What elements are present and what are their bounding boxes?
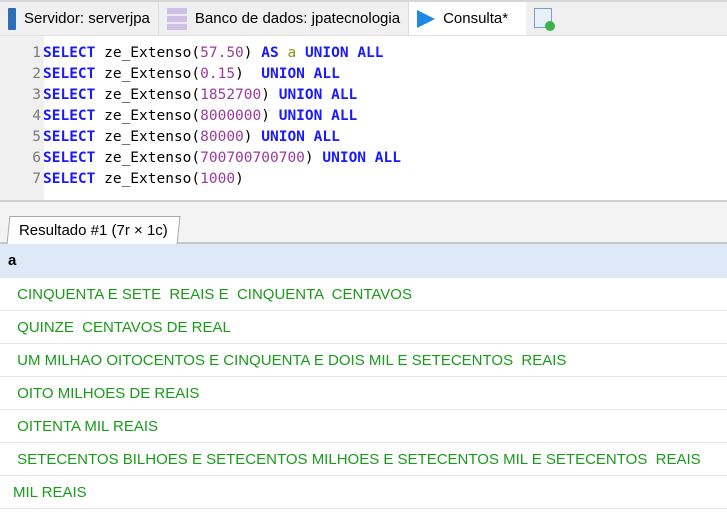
code-line: 6 SELECT ze_Extenso(700700700700) UNION A… [0, 148, 401, 169]
tab-database[interactable]: Banco de dados: jpatecnologia [159, 2, 410, 35]
paren: ) [235, 66, 262, 82]
number-literal: 1852700 [200, 87, 262, 103]
keyword: SELECT [43, 87, 105, 103]
number-literal: 8000000 [200, 108, 262, 124]
tab-label: Banco de dados: jpatecnologia [194, 10, 401, 27]
line-number: 1 [32, 45, 41, 61]
code-line: 4 SELECT ze_Extenso(8000000) UNION ALL [0, 106, 401, 127]
table-row[interactable]: QUINZE CENTAVOS DE REAL [0, 311, 727, 344]
number-literal: 80000 [200, 129, 244, 145]
function-name: ze_Extenso( [104, 171, 201, 187]
table-row[interactable]: SETECENTOS BILHOES E SETECENTOS MILHOES … [0, 443, 727, 476]
keyword: SELECT [43, 45, 105, 61]
paren: ) [243, 45, 262, 61]
keyword: SELECT [43, 171, 105, 187]
keyword: SELECT [43, 108, 105, 124]
server-icon [8, 7, 16, 30]
database-icon [166, 7, 187, 30]
keyword: UNION ALL [261, 129, 340, 145]
tab-label: Resultado #1 (7r × 1c) [18, 222, 168, 239]
new-query-icon[interactable] [534, 8, 556, 31]
tab-result-1[interactable]: Resultado #1 (7r × 1c) [6, 216, 181, 244]
function-name: ze_Extenso( [104, 45, 201, 61]
paren: ) [261, 108, 279, 124]
function-name: ze_Extenso( [104, 66, 201, 82]
function-name: ze_Extenso( [104, 87, 201, 103]
table-row[interactable]: OITENTA MIL REAIS [0, 410, 727, 443]
keyword: SELECT [43, 66, 105, 82]
table-row[interactable]: OITO MILHOES DE REAIS [0, 377, 727, 410]
code-line: 3 SELECT ze_Extenso(1852700) UNION ALL [0, 85, 401, 106]
paren: ) [304, 150, 323, 166]
code-line: 1 SELECT ze_Extenso(57.50) AS a UNION ALL [0, 43, 401, 64]
tab-label: Consulta* [443, 10, 509, 27]
table-row[interactable]: CINQUENTA E SETE REAIS E CINQUENTA CENTA… [0, 278, 727, 311]
column-header-a[interactable]: a [0, 244, 727, 278]
tab-bar: Servidor: serverjpa Banco de dados: jpat… [0, 0, 727, 36]
code-line: 5 SELECT ze_Extenso(80000) UNION ALL [0, 127, 401, 148]
tab-query[interactable]: Consulta* [409, 2, 527, 35]
line-number: 4 [32, 108, 41, 124]
number-literal: 57.50 [200, 45, 244, 61]
function-name: ze_Extenso( [104, 129, 201, 145]
number-literal: 0.15 [200, 66, 236, 82]
number-literal: 700700700700 [200, 150, 305, 166]
tab-label: Servidor: serverjpa [24, 10, 150, 27]
line-number: 5 [32, 129, 41, 145]
result-grid: a CINQUENTA E SETE REAIS E CINQUENTA CEN… [0, 244, 727, 509]
keyword: UNION ALL [304, 45, 384, 61]
line-number: 3 [32, 87, 41, 103]
line-number: 6 [32, 150, 41, 166]
table-row[interactable]: UM MILHAO OITOCENTOS E CINQUENTA E DOIS … [0, 344, 727, 377]
line-number: 2 [32, 66, 41, 82]
paren: ) [243, 129, 262, 145]
keyword: UNION ALL [322, 150, 401, 166]
function-name: ze_Extenso( [104, 108, 201, 124]
keyword: UNION ALL [261, 66, 340, 82]
result-tab-bar: Resultado #1 (7r × 1c) [0, 202, 727, 244]
keyword: UNION ALL [278, 87, 358, 103]
number-literal: 1000 [200, 171, 236, 187]
keyword: AS [261, 45, 288, 61]
paren: ) [261, 87, 279, 103]
table-row[interactable]: MIL REAIS [0, 476, 727, 509]
function-name: ze_Extenso( [104, 150, 201, 166]
code-line: 2 SELECT ze_Extenso(0.15) UNION ALL [0, 64, 401, 85]
tab-server[interactable]: Servidor: serverjpa [0, 2, 159, 35]
code-line: 7 SELECT ze_Extenso(1000) [0, 169, 401, 190]
play-icon [417, 9, 436, 28]
alias: a [287, 45, 305, 61]
sql-editor[interactable]: 1 SELECT ze_Extenso(57.50) AS a UNION ALL… [0, 36, 727, 202]
keyword: SELECT [43, 129, 105, 145]
keyword: SELECT [43, 150, 105, 166]
keyword: UNION ALL [278, 108, 358, 124]
paren: ) [235, 171, 244, 187]
line-number: 7 [32, 171, 41, 187]
